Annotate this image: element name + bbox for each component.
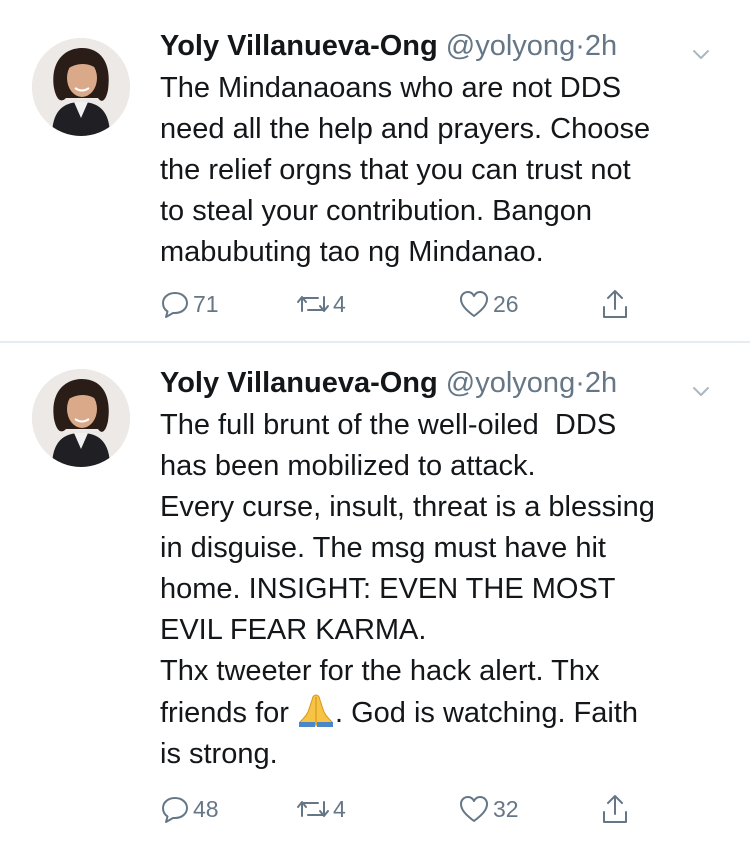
retweet-icon	[296, 289, 330, 319]
reply-icon	[160, 794, 190, 824]
display-name[interactable]: Yoly Villanueva-Ong	[160, 367, 438, 399]
tweet[interactable]: Yoly Villanueva-Ong @yolyong·2h The full…	[0, 343, 750, 841]
reply-button[interactable]: 48	[160, 789, 219, 829]
share-icon	[600, 792, 630, 826]
timeline: Yoly Villanueva-Ong @yolyong·2h The Mind…	[0, 0, 750, 841]
reply-count: 71	[193, 290, 219, 317]
tweet-text: The full brunt of the well-oiled DDS has…	[160, 405, 740, 775]
heart-icon	[458, 289, 490, 319]
tweet-actions: 71 4 26	[160, 284, 720, 324]
avatar[interactable]	[32, 369, 130, 467]
reply-count: 48	[193, 795, 219, 822]
share-button[interactable]	[600, 284, 630, 324]
reply-icon	[160, 289, 190, 319]
share-button[interactable]	[600, 789, 630, 829]
timestamp[interactable]: 2h	[585, 30, 617, 62]
separator-dot: ·	[575, 30, 585, 62]
tweet[interactable]: Yoly Villanueva-Ong @yolyong·2h The Mind…	[0, 0, 750, 342]
retweet-button[interactable]: 4	[296, 789, 346, 829]
like-count: 26	[493, 290, 519, 317]
retweet-button[interactable]: 4	[296, 284, 346, 324]
like-count: 32	[493, 795, 519, 822]
share-icon	[600, 287, 630, 321]
chevron-down-icon[interactable]	[690, 36, 712, 59]
retweet-count: 4	[333, 290, 346, 317]
retweet-icon	[296, 794, 330, 824]
tweet-header: Yoly Villanueva-Ong @yolyong·2h	[160, 26, 730, 66]
like-button[interactable]: 26	[458, 284, 519, 324]
avatar[interactable]	[32, 38, 130, 136]
like-button[interactable]: 32	[458, 789, 519, 829]
tweet-header: Yoly Villanueva-Ong @yolyong·2h	[160, 363, 730, 403]
tweet-text: The Mindanaoans who are not DDS need all…	[160, 72, 651, 268]
display-name[interactable]: Yoly Villanueva-Ong	[160, 30, 438, 62]
tweet-text-part1: The full brunt of the well-oiled DDS has…	[160, 409, 655, 729]
user-handle[interactable]: @yolyong	[446, 30, 575, 62]
timestamp[interactable]: 2h	[585, 367, 617, 399]
folded-hands-emoji	[297, 692, 335, 728]
heart-icon	[458, 794, 490, 824]
chevron-down-icon[interactable]	[690, 373, 712, 396]
user-handle[interactable]: @yolyong	[446, 367, 575, 399]
retweet-count: 4	[333, 795, 346, 822]
reply-button[interactable]: 71	[160, 284, 219, 324]
tweet-actions: 48 4 32	[160, 789, 720, 829]
separator-dot: ·	[575, 367, 585, 399]
